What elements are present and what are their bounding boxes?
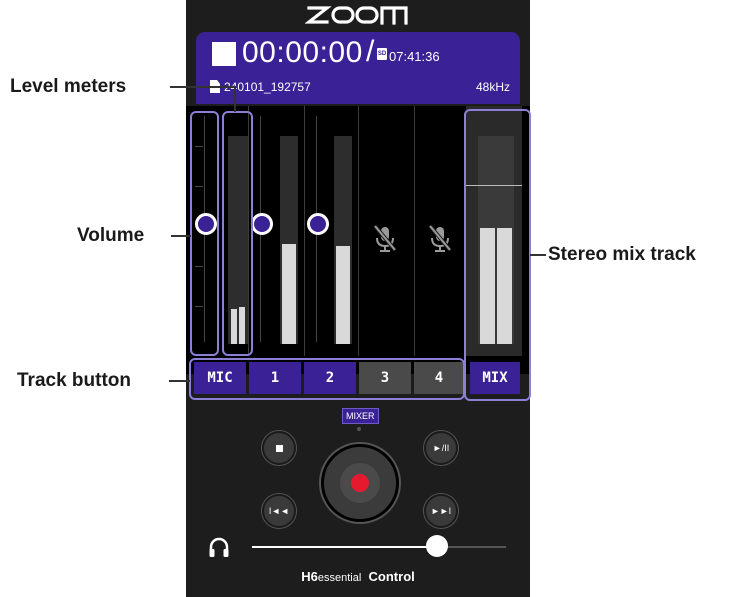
stereo-mix-label: Stereo mix track [548,244,696,265]
volume-label: Volume [77,225,145,246]
remaining-time: 07:41:36 [389,49,440,64]
level-meter-callout-box [222,111,253,356]
track-2-volume-knob[interactable] [307,213,329,235]
track-button-callout-box [189,358,465,400]
track-2-level-bar [336,246,350,344]
elapsed-time: 00:00:00 [242,36,363,69]
mixer-tab[interactable]: MIXER [342,408,379,424]
track-1-level-bar [282,244,296,344]
app-name: H6essential Control [186,569,530,584]
file-name: 240101_192757 [224,80,311,94]
record-icon [351,474,369,492]
page-indicator-dot [357,427,361,431]
app-name-small: essential [317,572,362,584]
stopped-state-icon [212,42,236,66]
play-pause-icon: ►/II [432,443,450,453]
status-panel: 00:00:00 / SD 07:41:36 240101_192757 48k… [196,32,520,104]
app-name-bold: H6 [301,569,318,584]
stop-button[interactable] [262,431,296,465]
track-button-leader [169,380,190,382]
sd-card-icon: SD [377,48,387,60]
mic-muted-icon [428,224,452,252]
rewind-button[interactable]: I◄◄ [262,494,296,528]
app-name-suffix: Control [368,569,415,584]
fast-forward-button[interactable]: ►►I [424,494,458,528]
track-4-strip [414,106,466,356]
record-button-inner [340,463,380,503]
mic-muted-icon [373,224,397,252]
track-2-strip [304,106,359,356]
sample-rate: 48kHz [475,80,510,94]
stop-icon [275,444,283,452]
rewind-icon: I◄◄ [268,506,290,516]
stereo-mix-callout-box [464,109,531,401]
record-button[interactable] [321,444,399,522]
zoom-logo [186,2,530,28]
level-meters-leader-down [234,86,236,112]
time-separator: / [366,35,375,68]
level-meters-label: Level meters [10,76,127,97]
headphone-volume-fill [252,546,437,548]
track-3-strip [358,106,415,356]
play-pause-button[interactable]: ►/II [424,431,458,465]
track-1-volume-knob[interactable] [251,213,273,235]
volume-callout-box [190,111,219,356]
track-1-strip [248,106,305,356]
level-meters-leader [170,86,235,88]
headphone-volume-thumb[interactable] [426,535,448,557]
volume-leader [171,235,191,237]
headphone-icon [209,537,229,557]
track-button-label: Track button [17,370,132,391]
stereo-mix-leader [530,254,546,256]
headphone-volume-slider[interactable] [252,535,506,557]
track-2-level-meter [334,136,352,344]
fast-forward-icon: ►►I [430,506,452,516]
track-1-level-meter [280,136,298,344]
